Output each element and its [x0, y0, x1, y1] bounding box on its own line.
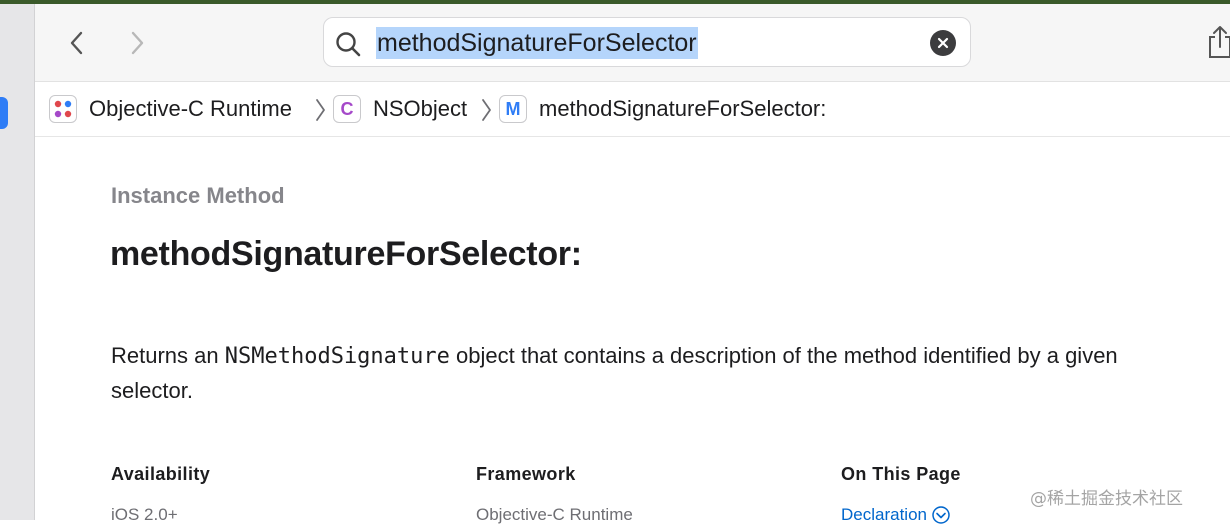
declaration-link-label: Declaration: [841, 505, 927, 524]
class-icon: C: [333, 95, 361, 123]
on-this-page-heading: On This Page: [841, 464, 961, 484]
forward-button[interactable]: [122, 28, 152, 58]
page-title: methodSignatureForSelector:: [110, 235, 582, 273]
sidebar-selected-item[interactable]: [0, 97, 8, 129]
framework-section: Framework Objective-C Runtime: [476, 464, 633, 525]
chevron-left-icon: [70, 31, 83, 55]
back-button[interactable]: [62, 28, 92, 58]
breadcrumb: Objective-C Runtime C NSObject M methodS…: [35, 82, 1230, 137]
close-icon: [937, 37, 949, 49]
clear-search-button[interactable]: [930, 30, 956, 56]
framework-heading: Framework: [476, 464, 576, 484]
abstract: Returns an NSMethodSignature object that…: [111, 339, 1191, 408]
breadcrumb-label: NSObject: [373, 96, 468, 121]
availability-heading: Availability: [111, 464, 211, 484]
symbol-kind: Instance Method: [111, 183, 285, 208]
chevron-right-icon: [131, 31, 144, 55]
chevron-down-circle-icon: [932, 506, 950, 524]
abstract-code: NSMethodSignature: [224, 344, 450, 369]
availability-value: iOS 2.0+: [111, 505, 178, 524]
watermark: @稀土掘金技术社区: [1030, 489, 1183, 509]
search-input[interactable]: methodSignatureForSelector: [376, 27, 698, 59]
doc-content: Instance Method methodSignatureForSelect…: [35, 137, 1230, 524]
chevron-right-icon: [482, 99, 491, 121]
search-field[interactable]: methodSignatureForSelector: [323, 17, 971, 67]
share-icon[interactable]: [1205, 23, 1230, 61]
sidebar: [0, 4, 35, 520]
availability-section: Availability iOS 2.0+: [111, 464, 210, 525]
breadcrumb-item-framework[interactable]: Objective-C Runtime: [49, 93, 292, 125]
declaration-link[interactable]: Declaration: [841, 505, 961, 525]
breadcrumb-item-class[interactable]: C NSObject: [333, 93, 467, 125]
toolbar: methodSignatureForSelector: [35, 4, 1230, 82]
breadcrumb-item-method[interactable]: M methodSignatureForSelector:: [499, 93, 826, 125]
breadcrumb-label: methodSignatureForSelector:: [539, 96, 827, 121]
breadcrumb-label: Objective-C Runtime: [89, 96, 292, 121]
on-this-page-section: On This Page Declaration: [841, 464, 961, 525]
framework-value: Objective-C Runtime: [476, 505, 633, 524]
chevron-right-icon: [316, 99, 325, 121]
method-icon: M: [499, 95, 527, 123]
abstract-text: Returns an: [111, 343, 225, 368]
framework-grid-icon: [49, 95, 77, 123]
search-icon: [336, 32, 361, 57]
